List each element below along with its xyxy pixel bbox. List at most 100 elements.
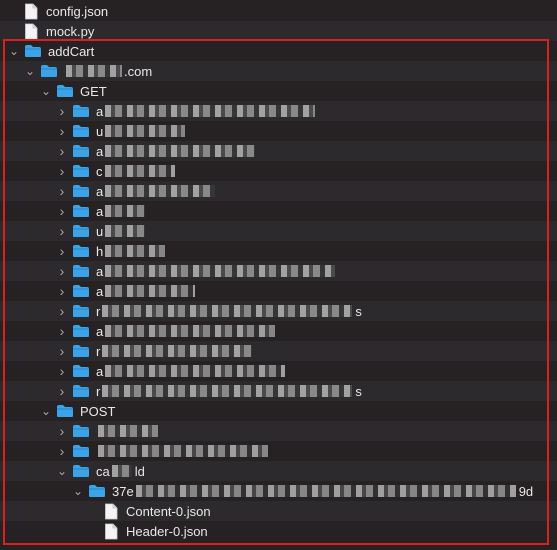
tree-folder-row[interactable]: ›: [0, 441, 557, 461]
folder-icon: [72, 444, 96, 458]
chevron-right-icon[interactable]: ›: [56, 164, 68, 178]
tree-item-label: config.json: [46, 3, 109, 19]
tree-folder-row[interactable]: › a: [0, 141, 557, 161]
chevron-right-icon[interactable]: ›: [56, 204, 68, 218]
chevron-right-icon[interactable]: ›: [56, 104, 68, 118]
folder-icon: [56, 404, 80, 418]
tree-file-row[interactable]: Header-0.json: [0, 521, 557, 541]
tree-item-label-tail: s: [355, 303, 362, 319]
tree-folder-row[interactable]: › a: [0, 201, 557, 221]
folder-icon: [72, 164, 96, 178]
tree-folder-row[interactable]: › a: [0, 321, 557, 341]
redacted-text: [105, 325, 276, 337]
tree-folder-row[interactable]: › a: [0, 261, 557, 281]
redacted-text: [105, 265, 336, 277]
redacted-text: [66, 65, 122, 77]
chevron-right-icon[interactable]: ›: [56, 384, 68, 398]
tree-folder-row[interactable]: › r: [0, 341, 557, 361]
chevron-right-icon[interactable]: ›: [56, 424, 68, 438]
chevron-right-icon[interactable]: ›: [56, 244, 68, 258]
tree-folder-row[interactable]: › a: [0, 101, 557, 121]
chevron-right-icon[interactable]: ›: [56, 124, 68, 138]
tree-item-label-tail: 9d: [518, 483, 534, 499]
tree-item-label: mock.py: [46, 23, 95, 39]
chevron-down-icon[interactable]: ⌄: [24, 65, 36, 77]
tree-folder-row[interactable]: › r s: [0, 301, 557, 321]
tree-item-label: Content-0.json: [126, 503, 211, 519]
redacted-text: [105, 225, 146, 237]
chevron-down-icon[interactable]: ⌄: [56, 465, 68, 477]
tree-item-label: a: [96, 103, 104, 119]
tree-folder-row[interactable]: › a: [0, 361, 557, 381]
folder-icon: [72, 204, 96, 218]
tree-folder-row[interactable]: ⌄ ca ld: [0, 461, 557, 481]
redacted-text: [105, 365, 286, 377]
tree-item-label: a: [96, 283, 104, 299]
chevron-right-icon[interactable]: ›: [56, 304, 68, 318]
file-icon: [104, 503, 126, 520]
chevron-right-icon[interactable]: ›: [56, 264, 68, 278]
tree-item-label: GET: [80, 83, 107, 99]
chevron-right-icon[interactable]: ›: [56, 184, 68, 198]
chevron-right-icon[interactable]: ›: [56, 284, 68, 298]
folder-icon: [72, 124, 96, 138]
folder-icon: [72, 324, 96, 338]
chevron-right-icon[interactable]: ›: [56, 444, 68, 458]
tree-folder-row[interactable]: › h: [0, 241, 557, 261]
file-tree: config.json mock.py ⌄ addCart ⌄ .com ⌄ GET › a › u ›…: [0, 0, 557, 550]
tree-folder-row[interactable]: › u: [0, 221, 557, 241]
folder-icon: [72, 424, 96, 438]
tree-folder-row[interactable]: ⌄ POST: [0, 401, 557, 421]
chevron-down-icon[interactable]: ⌄: [40, 85, 52, 97]
redacted-text: [102, 385, 353, 397]
tree-item-label: r: [96, 383, 101, 399]
tree-folder-row[interactable]: ⌄ GET: [0, 81, 557, 101]
tree-folder-row[interactable]: › a: [0, 181, 557, 201]
chevron-down-icon[interactable]: ⌄: [72, 485, 84, 497]
chevron-right-icon[interactable]: ›: [56, 224, 68, 238]
tree-file-row[interactable]: config.json: [0, 1, 557, 21]
tree-item-label: r: [96, 303, 101, 319]
tree-item-label: 37e: [112, 483, 134, 499]
redacted-text: [105, 245, 166, 257]
chevron-right-icon[interactable]: ›: [56, 364, 68, 378]
chevron-right-icon[interactable]: ›: [56, 344, 68, 358]
chevron-down-icon[interactable]: ⌄: [8, 45, 20, 57]
chevron-down-icon[interactable]: ⌄: [40, 405, 52, 417]
tree-folder-row[interactable]: › u: [0, 121, 557, 141]
tree-item-label-tail: ld: [134, 463, 145, 479]
tree-item-label: h: [96, 243, 104, 259]
tree-item-label: POST: [80, 403, 116, 419]
tree-folder-row[interactable]: › r s: [0, 381, 557, 401]
tree-item-label: a: [96, 363, 104, 379]
tree-item-label: ca: [96, 463, 110, 479]
tree-folder-row[interactable]: ⌄ .com: [0, 61, 557, 81]
tree-folder-row[interactable]: › c: [0, 161, 557, 181]
file-icon: [24, 23, 46, 40]
tree-file-row[interactable]: Content-0.json: [0, 501, 557, 521]
folder-icon: [24, 44, 48, 58]
tree-item-label: a: [96, 183, 104, 199]
tree-item-label: addCart: [48, 43, 95, 59]
tree-folder-row[interactable]: ⌄ 37e 9d: [0, 481, 557, 501]
folder-icon: [72, 384, 96, 398]
tree-folder-row[interactable]: › a: [0, 281, 557, 301]
tree-item-label: u: [96, 123, 104, 139]
redacted-text: [104, 165, 175, 177]
folder-icon: [88, 484, 112, 498]
chevron-right-icon[interactable]: ›: [56, 324, 68, 338]
redacted-text: [105, 185, 216, 197]
tree-item-label: a: [96, 263, 104, 279]
folder-icon: [72, 184, 96, 198]
folder-icon: [72, 244, 96, 258]
redacted-text: [102, 305, 353, 317]
folder-icon: [72, 364, 96, 378]
tree-folder-row[interactable]: ⌄ addCart: [0, 41, 557, 61]
tree-folder-row[interactable]: ›: [0, 421, 557, 441]
tree-item-label: a: [96, 203, 104, 219]
redacted-text: [111, 465, 132, 477]
chevron-right-icon[interactable]: ›: [56, 144, 68, 158]
tree-item-label: a: [96, 323, 104, 339]
folder-icon: [72, 284, 96, 298]
tree-file-row[interactable]: mock.py: [0, 21, 557, 41]
